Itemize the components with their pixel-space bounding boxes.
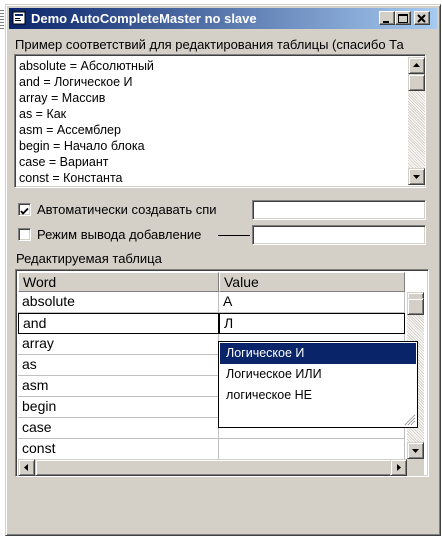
memo-line: case = Вариант xyxy=(19,155,109,169)
main-window: Demo AutoCompleteMaster no slave Пример … xyxy=(5,4,441,536)
minimize-icon xyxy=(383,21,389,23)
memo-lines: absolute = Абсолютный and = Логическое И a… xyxy=(19,58,154,186)
autocomplete-dropdown[interactable]: Логическое И Логическое ИЛИ логическое НЕ xyxy=(218,341,418,428)
cell-value[interactable]: А xyxy=(219,292,405,313)
cell-value[interactable] xyxy=(219,439,405,460)
mapping-memo[interactable]: absolute = Абсолютный and = Логическое И a… xyxy=(14,54,426,188)
memo-scroll-down-button[interactable] xyxy=(408,168,425,185)
grid-scroll-down-button[interactable] xyxy=(407,442,424,459)
check-icon xyxy=(20,207,29,215)
arrow-down-icon xyxy=(413,175,420,179)
cell-value[interactable]: Л xyxy=(219,313,405,334)
app-icon xyxy=(12,11,26,25)
column-header-value[interactable]: Value xyxy=(219,272,405,292)
grid-caption: Редактируемая таблица xyxy=(16,251,162,266)
cell-word[interactable]: asm xyxy=(18,376,219,397)
memo-line: array = Массив xyxy=(19,91,106,105)
column-header-word[interactable]: Word xyxy=(18,272,219,292)
cell-word[interactable]: array xyxy=(18,334,219,355)
memo-line: absolute = Абсолютный xyxy=(19,59,154,73)
grid-scroll-corner xyxy=(407,459,424,476)
maximize-button[interactable] xyxy=(395,11,411,25)
append-mode-checkbox[interactable] xyxy=(18,228,31,241)
cell-word[interactable]: and xyxy=(18,313,219,334)
auto-create-label[interactable]: Автоматически создавать спи xyxy=(37,202,217,217)
title-bar[interactable]: Demo AutoCompleteMaster no slave xyxy=(9,8,437,29)
grid-scroll-left-button[interactable] xyxy=(18,459,35,476)
grid-scroll-thumb[interactable] xyxy=(407,298,424,315)
append-mode-label[interactable]: Режим вывода добавление xyxy=(37,227,201,242)
arrow-left-icon xyxy=(24,464,28,471)
grid-hscroll-thumb[interactable] xyxy=(35,459,395,476)
grid-scroll-right-button[interactable] xyxy=(390,459,407,476)
cell-word[interactable]: case xyxy=(18,418,219,439)
grid-hscrollbar[interactable] xyxy=(18,459,407,476)
memo-line: asm = Ассемблер xyxy=(19,123,121,137)
arrow-up-icon xyxy=(413,63,420,67)
cell-word[interactable]: as xyxy=(18,355,219,376)
cell-word[interactable]: absolute xyxy=(18,292,219,313)
memo-line: const = Константа xyxy=(19,171,123,185)
arrow-right-icon xyxy=(397,464,401,471)
autocomplete-item[interactable]: Логическое И xyxy=(220,343,416,364)
auto-create-edit[interactable] xyxy=(252,200,426,220)
memo-line: begin = Начало блока xyxy=(19,139,145,153)
append-mode-edit[interactable] xyxy=(252,225,426,245)
window-title: Demo AutoCompleteMaster no slave xyxy=(31,11,257,26)
maximize-icon xyxy=(398,14,408,23)
size-grip-icon[interactable] xyxy=(402,412,416,426)
append-mode-divider xyxy=(218,235,250,236)
memo-scroll-up-button[interactable] xyxy=(408,57,425,74)
memo-caption: Пример соответствий для редактирования т… xyxy=(15,37,404,52)
memo-vscrollbar[interactable] xyxy=(408,57,425,185)
arrow-down-icon xyxy=(412,449,419,453)
auto-create-checkbox[interactable] xyxy=(18,203,31,216)
cell-word[interactable]: begin xyxy=(18,397,219,418)
desktop-dotted-edge xyxy=(0,10,4,30)
memo-line: as = Как xyxy=(19,107,67,121)
autocomplete-item[interactable]: Логическое ИЛИ xyxy=(220,364,416,385)
cell-word[interactable]: const xyxy=(18,439,219,460)
close-icon xyxy=(417,14,426,23)
memo-line: and = Логическое И xyxy=(19,75,133,89)
autocomplete-item[interactable]: логическое НЕ xyxy=(220,385,416,406)
close-button[interactable] xyxy=(414,11,430,25)
minimize-button[interactable] xyxy=(379,11,395,25)
memo-scroll-thumb[interactable] xyxy=(408,74,425,91)
